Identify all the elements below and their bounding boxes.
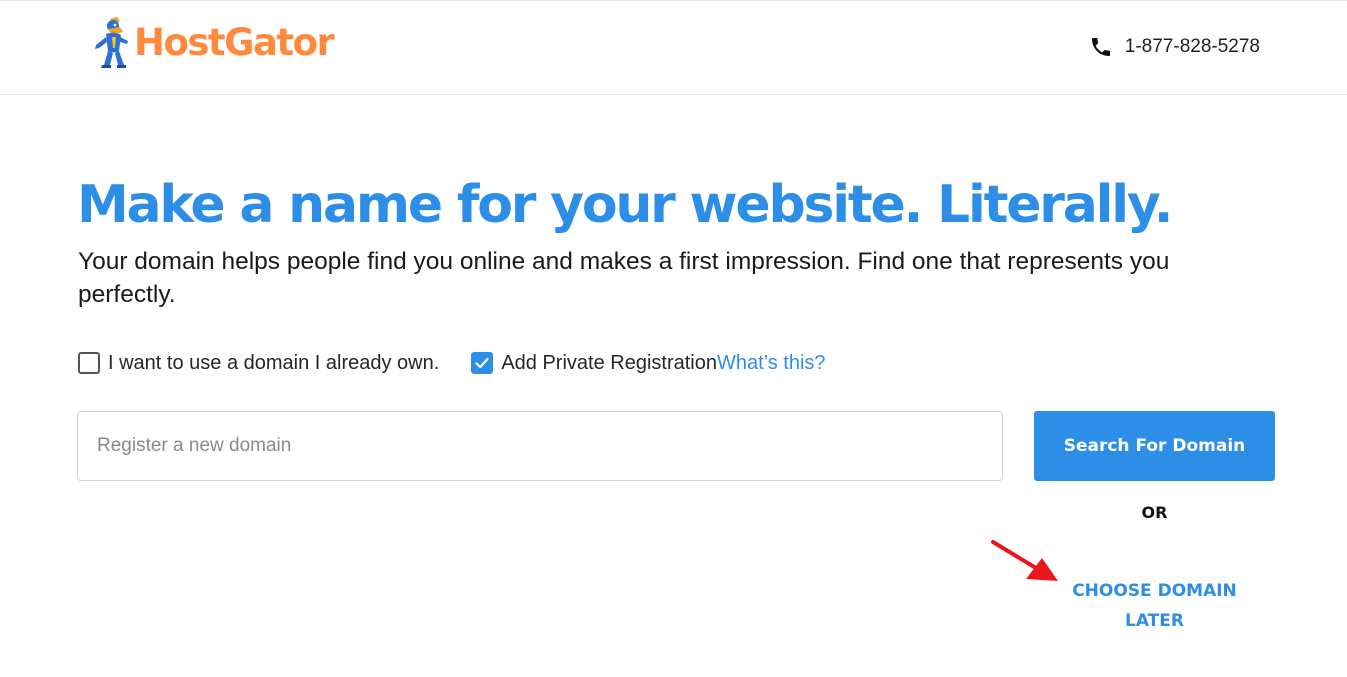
own-domain-checkbox[interactable] xyxy=(78,352,100,374)
whats-this-link[interactable]: What’s this? xyxy=(717,352,826,375)
choose-later-line-2: LATER xyxy=(1125,611,1184,631)
private-registration-label: Add Private Registration xyxy=(501,351,717,374)
phone-icon xyxy=(1091,38,1110,56)
choose-later-line-1: CHOOSE DOMAIN xyxy=(1072,581,1237,601)
or-separator: OR xyxy=(1141,503,1168,522)
domain-search-input[interactable] xyxy=(77,411,1003,481)
checkmark-icon xyxy=(475,357,489,369)
site-header: HostGator 1-877-828-5278 xyxy=(0,0,1347,95)
hostgator-logo[interactable]: HostGator xyxy=(90,15,335,71)
own-domain-label: I want to use a domain I already own. xyxy=(108,351,440,374)
red-arrow-icon xyxy=(991,540,1058,581)
domain-options: I want to use a domain I already own. Ad… xyxy=(78,351,826,375)
phone-number: 1-877-828-5278 xyxy=(1124,36,1260,57)
private-registration-option[interactable]: Add Private Registration What’s this? xyxy=(471,351,826,375)
page-subhead: Your domain helps people find you online… xyxy=(78,248,1170,308)
choose-domain-later-link[interactable]: CHOOSE DOMAIN LATER xyxy=(1034,576,1275,636)
search-domain-button[interactable]: Search For Domain xyxy=(1034,411,1275,481)
phone-link[interactable]: 1-877-828-5278 xyxy=(1089,35,1260,59)
page-headline: Make a name for your website. Literally. xyxy=(77,175,1174,235)
own-domain-option[interactable]: I want to use a domain I already own. xyxy=(78,352,439,375)
gator-mascot-icon xyxy=(95,17,128,68)
logo-text: HostGator xyxy=(134,21,335,64)
private-registration-checkbox[interactable] xyxy=(471,352,494,374)
